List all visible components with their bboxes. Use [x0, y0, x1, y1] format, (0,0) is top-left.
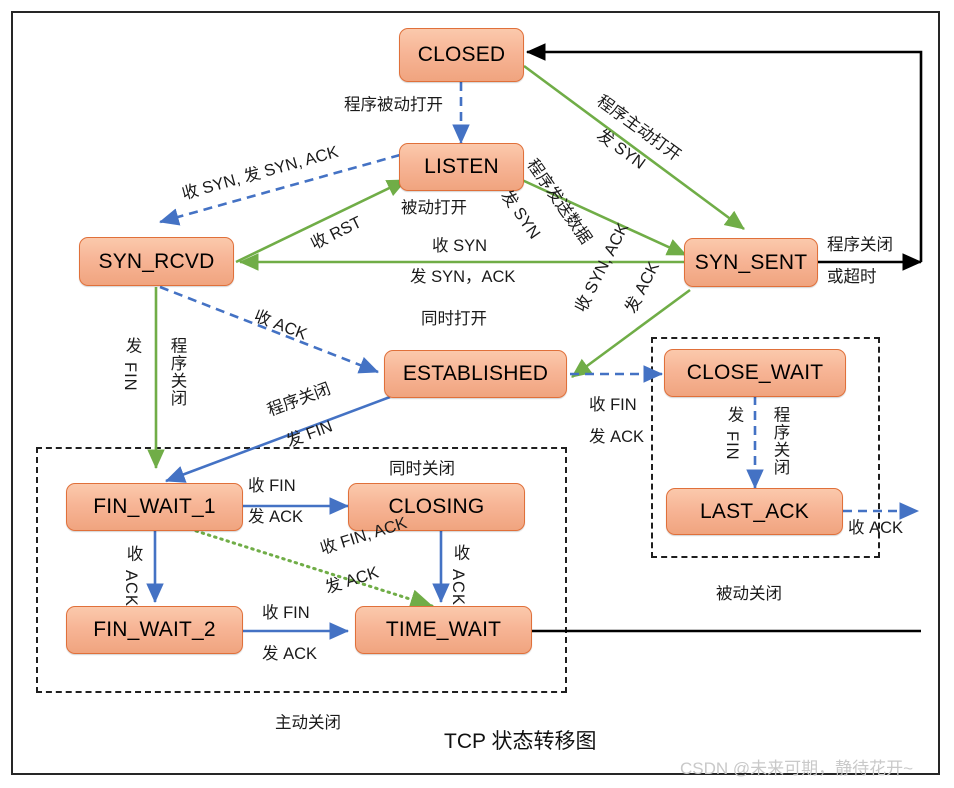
state-node-listen[interactable]: LISTEN: [399, 143, 524, 191]
label-syn-rcvd-to-fw1-fin: FIN: [120, 362, 139, 392]
state-node-closed[interactable]: CLOSED: [399, 28, 524, 82]
label-syn-sent-to-syn-rcvd-recv: 收 SYN: [432, 237, 488, 255]
label-established-to-close-wait-send: 发 ACK: [589, 428, 645, 446]
state-node-close-wait[interactable]: CLOSE_WAIT: [664, 349, 846, 397]
diagram-title: TCP 状态转移图: [444, 730, 597, 753]
state-label-close-wait: CLOSE_WAIT: [686, 361, 824, 384]
label-program-close-vertical: 程序关闭: [168, 337, 186, 407]
label-fw1-to-closing-send: 发 ACK: [248, 508, 304, 526]
state-label-fin-wait-2: FIN_WAIT_2: [93, 618, 216, 641]
label-fw1-to-closing-recv: 收 FIN: [248, 477, 296, 495]
label-last-ack-to-closed: 收 ACK: [848, 519, 904, 537]
label-close-wait-to-last-ack-close: 程序关闭: [771, 406, 789, 476]
caption-simultaneous-close: 同时关闭: [389, 460, 455, 478]
label-syn-rcvd-to-fw1-send: 发: [120, 337, 144, 355]
state-node-syn-rcvd[interactable]: SYN_RCVD: [79, 237, 234, 286]
label-syn-sent-close: 程序关闭: [827, 236, 893, 254]
label-fin-text: FIN: [121, 362, 139, 392]
caption-listen-passive-open: 被动打开: [401, 199, 467, 217]
label-closed-to-listen: 程序被动打开: [344, 96, 443, 114]
label-fw1-to-fw2-ack: ACK: [121, 570, 140, 607]
label-recv-char: 收: [124, 545, 142, 563]
state-label-listen: LISTEN: [424, 155, 499, 178]
caption-simultaneous-open: 同时打开: [421, 310, 487, 328]
caption-passive-close: 被动关闭: [716, 585, 782, 603]
state-label-fin-wait-1: FIN_WAIT_1: [93, 495, 216, 518]
state-label-established: ESTABLISHED: [402, 362, 549, 385]
state-label-closed: CLOSED: [417, 43, 506, 66]
state-node-syn-sent[interactable]: SYN_SENT: [684, 238, 818, 287]
label-send-char: 发: [123, 337, 141, 355]
label-fin-text-2: FIN: [723, 431, 741, 461]
label-syn-rcvd-to-fw1-close: 程序关闭: [165, 337, 189, 407]
state-node-fin-wait-2[interactable]: FIN_WAIT_2: [66, 606, 243, 654]
state-node-last-ack[interactable]: LAST_ACK: [666, 488, 843, 535]
state-node-established[interactable]: ESTABLISHED: [384, 350, 567, 398]
label-closing-to-time-wait-ack: ACK: [448, 569, 467, 606]
state-label-syn-rcvd: SYN_RCVD: [98, 249, 215, 273]
label-fw2-to-time-wait-recv: 收 FIN: [262, 604, 310, 622]
tcp-state-diagram: CLOSED LISTEN SYN_RCVD SYN_SENT ESTABLIS…: [0, 0, 954, 788]
label-close-wait-to-last-ack-send: 发: [722, 406, 746, 424]
label-established-to-close-wait-recv: 收 FIN: [589, 396, 637, 414]
label-close-wait-to-last-ack-fin: FIN: [722, 431, 741, 461]
label-syn-sent-to-syn-rcvd-send: 发 SYN，ACK: [410, 268, 516, 286]
label-syn-sent-timeout: 或超时: [827, 268, 877, 286]
state-label-time-wait: TIME_WAIT: [385, 618, 502, 641]
caption-active-close: 主动关闭: [275, 714, 341, 732]
csdn-watermark: CSDN @未来可期，静待花开~: [680, 759, 914, 778]
state-label-syn-sent: SYN_SENT: [694, 250, 808, 274]
label-closing-to-time-wait-recv: 收: [448, 544, 472, 562]
label-recv-char-2: 收: [451, 544, 469, 562]
label-fw2-to-time-wait-send: 发 ACK: [262, 645, 318, 663]
label-send-char-2: 发: [725, 406, 743, 424]
label-ack-text: ACK: [122, 570, 140, 607]
state-node-time-wait[interactable]: TIME_WAIT: [355, 606, 532, 654]
state-node-fin-wait-1[interactable]: FIN_WAIT_1: [66, 483, 243, 531]
label-fw1-to-fw2-recv: 收: [121, 545, 145, 563]
label-ack-text-2: ACK: [449, 569, 467, 606]
state-label-last-ack: LAST_ACK: [700, 499, 809, 523]
